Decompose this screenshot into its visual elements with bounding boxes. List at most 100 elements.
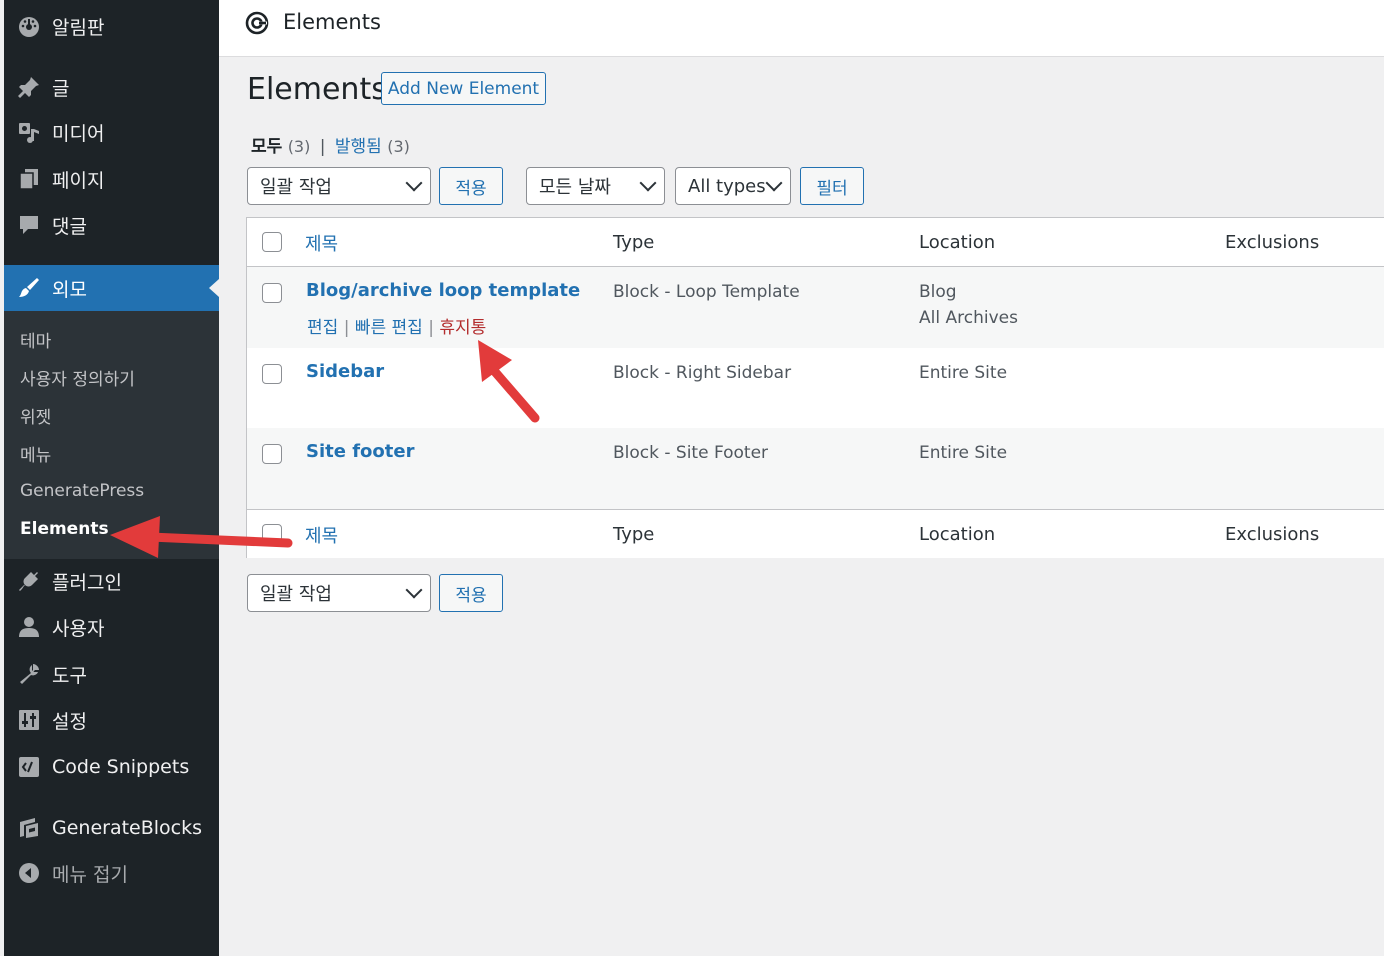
separator: | [428, 318, 434, 338]
bulk-action-value: 일괄 작업 [260, 177, 332, 198]
sidebar-item-code-snippets[interactable]: Code Snippets [4, 747, 219, 787]
elements-table: 제목 Type Location Exclusions Blog/archive… [246, 217, 1384, 558]
sidebar-label: 설정 [52, 710, 87, 733]
apply-button-top[interactable]: 적용 [439, 167, 503, 205]
type-filter-value: All types [688, 175, 766, 197]
bulk-action-select-bottom[interactable]: 일괄 작업 [247, 574, 431, 612]
type-filter-select[interactable]: All types [675, 167, 791, 205]
apply-button-bottom[interactable]: 적용 [439, 574, 503, 612]
column-title-header[interactable]: 제목 [305, 230, 338, 256]
select-all-checkbox[interactable] [262, 232, 282, 252]
sidebar-item-pages[interactable]: 페이지 [4, 159, 219, 199]
column-type-footer: Type [613, 524, 655, 545]
table-footer: 제목 Type Location Exclusions [247, 509, 1384, 558]
filter-all-link[interactable]: 모두 [251, 137, 282, 157]
separator: | [319, 137, 326, 157]
row-checkbox[interactable] [262, 364, 282, 384]
sidebar-label: 도구 [52, 664, 87, 687]
collapse-arrow-icon [16, 860, 42, 886]
row-location-1: Entire Site [919, 363, 1008, 383]
collapse-menu-button[interactable]: 메뉴 접기 [4, 853, 219, 893]
submenu-menus[interactable]: 메뉴 [20, 441, 51, 466]
sidebar-label: 플러그인 [52, 571, 122, 594]
pin-icon [16, 74, 42, 100]
chevron-down-icon [765, 174, 783, 192]
column-title-footer[interactable]: 제목 [305, 522, 338, 548]
code-snippets-icon [16, 754, 42, 780]
chevron-down-icon [405, 581, 423, 599]
sidebar-item-comments[interactable]: 댓글 [4, 205, 219, 245]
row-location-1: Entire Site [919, 443, 1008, 463]
quick-edit-link[interactable]: 빠른 편집 [355, 318, 423, 338]
sidebar-item-generateblocks[interactable]: GenerateBlocks [4, 808, 219, 848]
admin-sidebar: 알림판 글 미디어 페이지 댓글 외모 테마 사용자 정의하기 위젯 메뉴 Ge… [0, 0, 219, 956]
top-bar-title: Elements [283, 10, 381, 34]
filter-published-count: (3) [387, 137, 410, 156]
user-icon [16, 614, 42, 640]
sidebar-item-posts[interactable]: 글 [4, 67, 219, 107]
add-new-element-button[interactable]: Add New Element [381, 72, 546, 105]
submenu-widgets[interactable]: 위젯 [20, 403, 51, 428]
column-location-header: Location [919, 232, 996, 253]
sidebar-item-media[interactable]: 미디어 [4, 112, 219, 152]
wrench-icon [16, 661, 42, 687]
top-bar: Elements [219, 0, 1384, 57]
column-location-footer: Location [919, 524, 996, 545]
brush-icon [16, 275, 42, 301]
filter-button[interactable]: 필터 [800, 167, 864, 205]
row-checkbox[interactable] [262, 444, 282, 464]
submenu-customize[interactable]: 사용자 정의하기 [20, 365, 135, 390]
annotation-arrow-trash [478, 340, 540, 423]
sidebar-label: 페이지 [52, 169, 105, 192]
table-row: Blog/archive loop template 편집 | 빠른 편집 | … [247, 267, 1384, 348]
row-location-2: All Archives [919, 308, 1018, 328]
sidebar-label: 글 [52, 77, 70, 100]
settings-sliders-icon [16, 707, 42, 733]
table-row: Sidebar Block - Right Sidebar Entire Sit… [247, 348, 1384, 428]
submenu-themes[interactable]: 테마 [20, 327, 51, 352]
annotation-arrow-elements [110, 516, 293, 558]
date-filter-select[interactable]: 모든 날짜 [526, 167, 665, 205]
sidebar-label: 알림판 [52, 16, 105, 39]
pages-icon [16, 166, 42, 192]
media-icon [16, 119, 42, 145]
sidebar-item-users[interactable]: 사용자 [4, 607, 219, 647]
generateblocks-icon [16, 815, 42, 841]
sidebar-label: GenerateBlocks [52, 817, 203, 839]
table-header: 제목 Type Location Exclusions [247, 218, 1384, 267]
row-type: Block - Loop Template [613, 282, 800, 302]
sidebar-item-dashboard[interactable]: 알림판 [4, 6, 219, 46]
sidebar-item-plugins[interactable]: 플러그인 [4, 561, 219, 601]
row-type: Block - Site Footer [613, 443, 769, 463]
bulk-action-value: 일괄 작업 [260, 584, 332, 605]
chevron-down-icon [639, 174, 657, 192]
plugin-icon [16, 568, 42, 594]
sidebar-item-settings[interactable]: 설정 [4, 700, 219, 740]
row-title-link[interactable]: Site footer [306, 441, 414, 462]
filter-published-link[interactable]: 발행됨 [335, 137, 382, 157]
column-exclusions-footer: Exclusions [1225, 524, 1320, 545]
bulk-action-select-top[interactable]: 일괄 작업 [247, 167, 431, 205]
dashboard-icon [16, 13, 42, 39]
table-row: Site footer Block - Site Footer Entire S… [247, 428, 1384, 509]
comment-icon [16, 212, 42, 238]
column-exclusions-header: Exclusions [1225, 232, 1320, 253]
submenu-generatepress[interactable]: GeneratePress [20, 481, 144, 501]
sidebar-label: Code Snippets [52, 756, 190, 778]
submenu-elements[interactable]: Elements [20, 519, 109, 539]
sidebar-label: 메뉴 접기 [52, 863, 128, 886]
sidebar-label: 외모 [52, 278, 87, 301]
date-filter-value: 모든 날짜 [539, 177, 611, 198]
sidebar-label: 댓글 [52, 215, 87, 238]
page-title: Elements [247, 72, 387, 107]
edit-link[interactable]: 편집 [307, 318, 338, 338]
column-type-header: Type [613, 232, 655, 253]
separator: | [343, 318, 350, 338]
filter-all-count: (3) [287, 137, 311, 156]
row-type: Block - Right Sidebar [613, 363, 792, 383]
row-checkbox[interactable] [262, 283, 282, 303]
sidebar-item-tools[interactable]: 도구 [4, 654, 219, 694]
sidebar-item-appearance[interactable]: 외모 [4, 265, 219, 311]
row-title-link[interactable]: Blog/archive loop template [306, 280, 580, 301]
row-title-link[interactable]: Sidebar [306, 361, 384, 382]
